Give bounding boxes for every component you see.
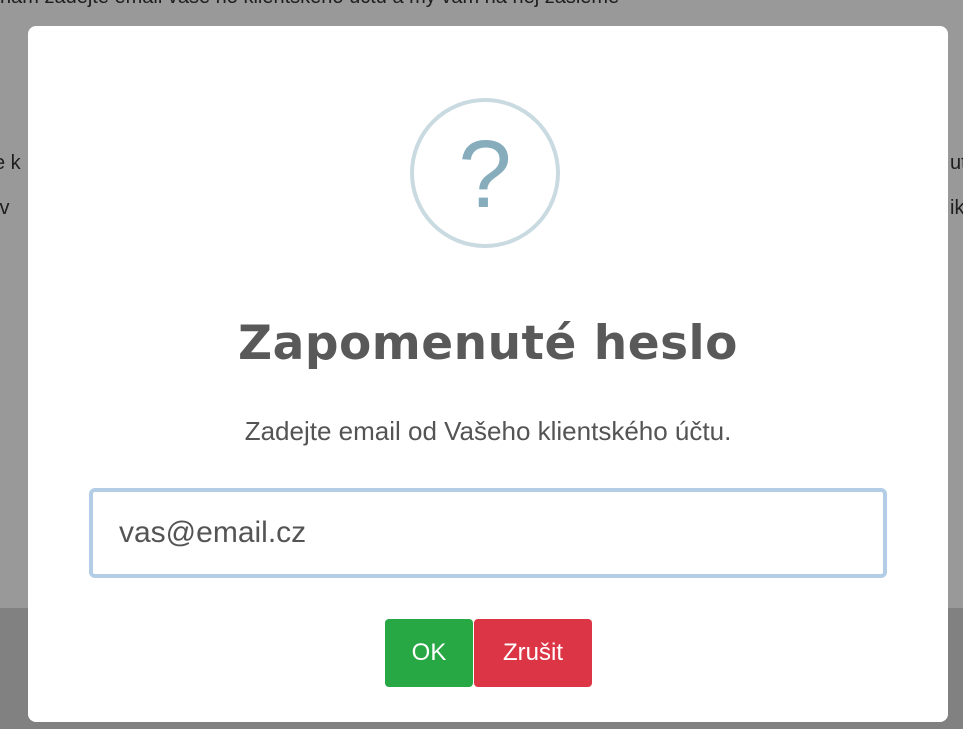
ok-button[interactable]: OK	[385, 619, 473, 687]
question-mark-glyph: ?	[458, 121, 512, 228]
dialog-text: Zadejte email od Vašeho klientského účtu…	[244, 416, 732, 446]
forgot-password-dialog: ? Zapomenuté heslo Zadejte email od Vaše…	[28, 26, 948, 722]
cancel-button[interactable]: Zrušit	[474, 619, 592, 687]
email-input[interactable]	[89, 488, 887, 578]
dialog-title: Zapomenuté heslo	[238, 316, 738, 371]
question-mark-icon: ?	[410, 98, 560, 248]
